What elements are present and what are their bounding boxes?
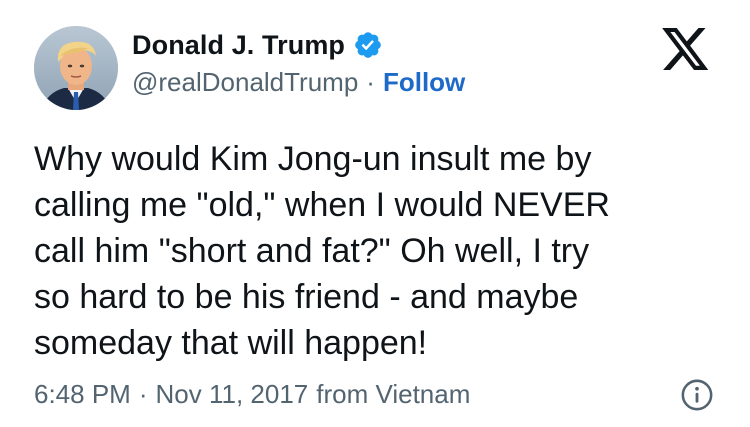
author-name-row: Donald J. Trump bbox=[132, 28, 465, 62]
author-handle-row: @realDonaldTrump · Follow bbox=[132, 66, 465, 98]
tweet-time[interactable]: 6:48 PM bbox=[34, 379, 131, 410]
tweet-text-line: so hard to be his friend - and maybe bbox=[34, 278, 579, 316]
meta-separator: · bbox=[138, 378, 148, 409]
author-block: Donald J. Trump @realDonaldTrump · Follo… bbox=[132, 28, 465, 98]
tweet-date[interactable]: Nov 11, 2017 bbox=[156, 379, 309, 410]
tweet-text-line: call him "short and fat?" Oh well, I try bbox=[34, 232, 590, 270]
tweet-text: Why would Kim Jong-un insult me by callin… bbox=[34, 136, 724, 366]
tweet-meta: 6:48 PM · Nov 11, 2017 from Vietnam bbox=[34, 376, 470, 412]
info-icon[interactable] bbox=[680, 378, 714, 412]
tweet-text-line: calling me "old," when I would NEVER bbox=[34, 186, 610, 224]
tweet-card: Donald J. Trump @realDonaldTrump · Follo… bbox=[0, 0, 750, 427]
author-display-name[interactable]: Donald J. Trump bbox=[132, 30, 345, 61]
avatar[interactable] bbox=[34, 26, 118, 110]
tweet-source: from Vietnam bbox=[316, 378, 471, 409]
tweet-text-line: Why would Kim Jong-un insult me by bbox=[34, 140, 592, 178]
follow-button[interactable]: Follow bbox=[383, 67, 465, 98]
avatar-image bbox=[34, 26, 118, 110]
tweet-text-line: someday that will happen! bbox=[34, 324, 428, 362]
author-handle[interactable]: @realDonaldTrump bbox=[132, 67, 358, 98]
verified-badge-icon bbox=[353, 30, 383, 60]
handle-separator: · bbox=[366, 66, 375, 97]
x-logo-icon[interactable] bbox=[662, 28, 710, 72]
